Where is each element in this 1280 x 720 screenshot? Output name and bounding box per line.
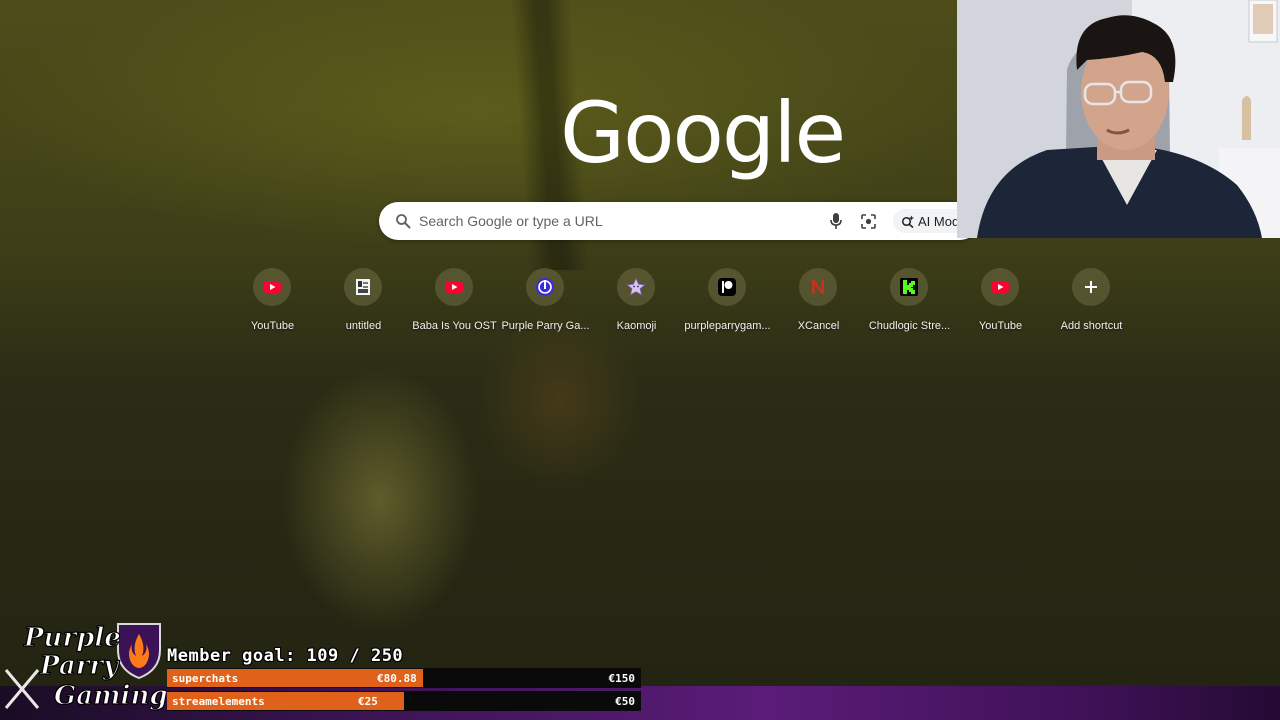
shortcut-icon-container bbox=[799, 268, 837, 306]
google-logo: Google bbox=[560, 84, 846, 182]
page-icon bbox=[356, 279, 370, 295]
shortcut-label: Add shortcut bbox=[1060, 320, 1123, 332]
goal-name: superchats bbox=[172, 672, 239, 685]
shortcut-baba-is-you-ost[interactable]: Baba Is You OST bbox=[409, 268, 500, 336]
shortcut-icon-container bbox=[890, 268, 928, 306]
add-shortcut-button[interactable]: Add shortcut bbox=[1046, 268, 1137, 336]
goal-name: streamelements bbox=[172, 695, 265, 708]
nitter-icon bbox=[812, 280, 824, 294]
youtube-icon bbox=[445, 281, 463, 293]
shortcut-icon-container bbox=[253, 268, 291, 306]
shortcut-youtube[interactable]: YouTube bbox=[227, 268, 318, 336]
shortcut-label: untitled bbox=[345, 320, 382, 332]
shortcut-icon-container bbox=[981, 268, 1019, 306]
shortcut-kaomoji[interactable]: Kaomoji bbox=[591, 268, 682, 336]
shortcut-label: XCancel bbox=[797, 320, 840, 332]
shortcut-label: YouTube bbox=[250, 320, 295, 332]
shortcut-xcancel[interactable]: XCancel bbox=[773, 268, 864, 336]
shortcut-label: Baba Is You OST bbox=[412, 320, 497, 332]
goal-target-amount: €150 bbox=[608, 672, 636, 685]
shortcut-icon-container bbox=[617, 268, 655, 306]
shortcut-icon-container bbox=[1072, 268, 1110, 306]
microphone-icon[interactable] bbox=[829, 212, 843, 230]
star-icon bbox=[626, 277, 646, 296]
svg-text:Purple: Purple bbox=[23, 623, 121, 653]
goal-current-amount: €25 bbox=[358, 695, 378, 708]
google-lens-icon[interactable] bbox=[860, 213, 877, 230]
purple-parry-icon bbox=[536, 278, 554, 296]
kick-icon bbox=[900, 278, 918, 296]
ai-search-sparkle-icon bbox=[901, 215, 914, 228]
shortcut-label: YouTube bbox=[978, 320, 1023, 332]
svg-text:Parry: Parry bbox=[39, 651, 120, 681]
superchats-goal-bar: superchats €80.88 €150 bbox=[167, 668, 641, 688]
shortcut-label: Kaomoji bbox=[616, 320, 657, 332]
purple-parry-gaming-logo: Purple Parry Gaming bbox=[4, 622, 166, 712]
shortcut-icon-container bbox=[526, 268, 564, 306]
shortcuts-grid: YouTube untitled Baba Is You OST Purple … bbox=[227, 268, 1137, 338]
search-icon bbox=[396, 214, 411, 229]
goal-target-amount: €50 bbox=[615, 695, 635, 708]
goal-current-amount: €80.88 bbox=[377, 672, 417, 685]
youtube-icon bbox=[991, 281, 1009, 293]
shortcut-youtube-2[interactable]: YouTube bbox=[955, 268, 1046, 336]
shortcut-icon-container bbox=[435, 268, 473, 306]
plus-icon bbox=[1085, 281, 1097, 293]
shortcut-untitled[interactable]: untitled bbox=[318, 268, 409, 336]
streamer-webcam-image bbox=[957, 0, 1280, 238]
member-goal-text: Member goal: 109 / 250 bbox=[167, 646, 404, 666]
shortcut-chudlogic-streams[interactable]: Chudlogic Stre... bbox=[864, 268, 955, 336]
svg-text:Gaming: Gaming bbox=[54, 681, 166, 711]
streamelements-goal-bar: streamelements €25 €50 bbox=[167, 691, 641, 711]
patreon-icon bbox=[718, 278, 736, 296]
shortcut-purpleparrygaming-patreon[interactable]: purpleparrygam... bbox=[682, 268, 773, 336]
shortcut-icon-container bbox=[344, 268, 382, 306]
shortcut-label: Purple Parry Ga... bbox=[501, 320, 590, 332]
webcam-feed bbox=[957, 0, 1280, 238]
shortcut-label: Chudlogic Stre... bbox=[868, 320, 951, 332]
youtube-icon bbox=[263, 281, 281, 293]
shortcut-label: purpleparrygam... bbox=[684, 320, 771, 332]
shortcut-icon-container bbox=[708, 268, 746, 306]
search-box[interactable]: AI Mode bbox=[379, 202, 979, 240]
search-input[interactable] bbox=[419, 202, 799, 240]
shortcut-purple-parry-gaming[interactable]: Purple Parry Ga... bbox=[500, 268, 591, 336]
